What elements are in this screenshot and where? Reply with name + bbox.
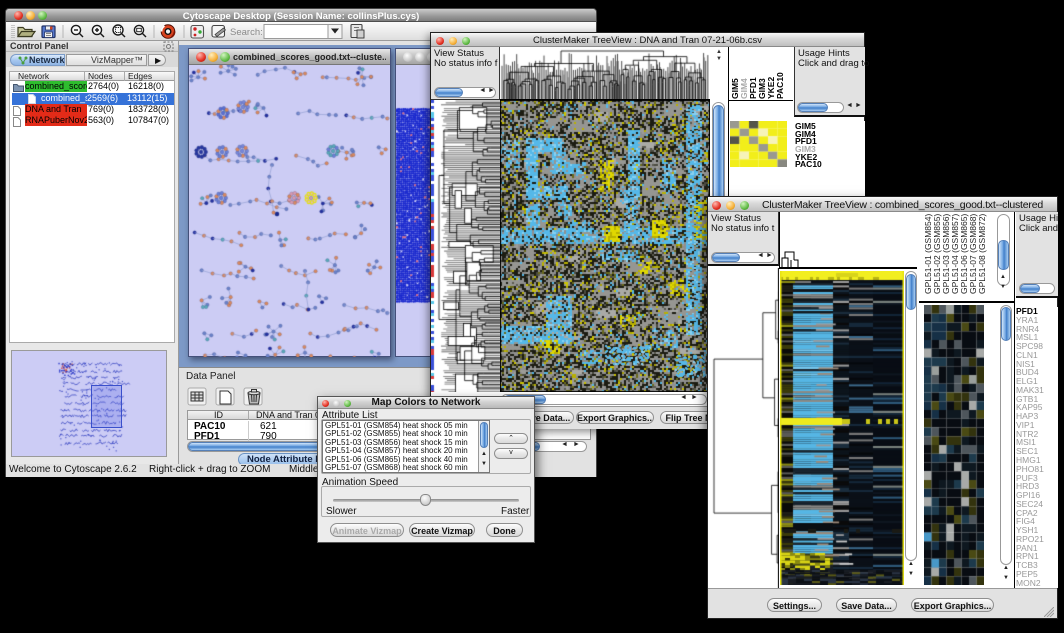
svg-text:Search:: Search: bbox=[230, 27, 263, 38]
